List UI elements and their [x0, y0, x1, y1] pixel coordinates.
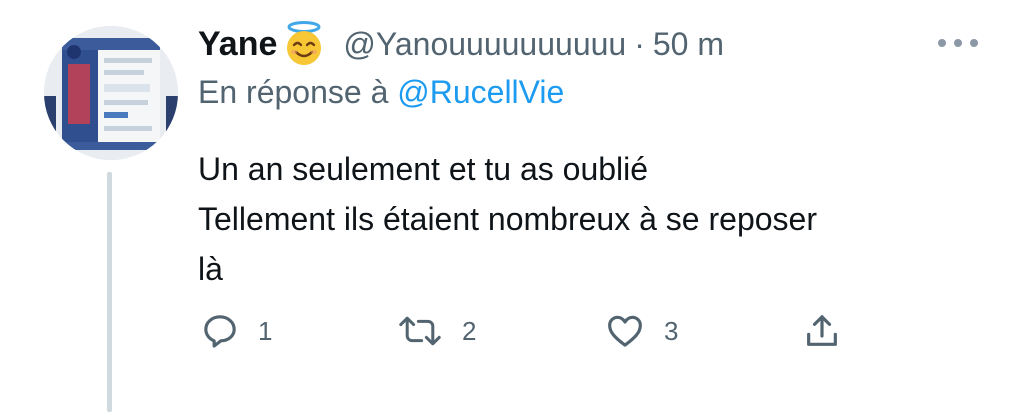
retweet-icon	[396, 311, 444, 351]
author-handle[interactable]: @Yanouuuuuuuuuu	[343, 26, 626, 63]
like-count: 3	[664, 315, 679, 346]
author-name[interactable]: Yane	[198, 25, 277, 64]
share-button[interactable]	[802, 306, 842, 356]
reply-icon	[200, 311, 240, 351]
reply-context: En réponse à @RucellVie	[198, 74, 564, 111]
avatar-image	[44, 26, 178, 160]
tweet-text-line: là	[198, 251, 223, 287]
reply-prefix: En réponse à	[198, 74, 389, 110]
separator-dot: ·	[634, 25, 645, 62]
smiling-face-with-halo-icon	[281, 21, 327, 67]
like-button[interactable]: 3	[604, 306, 678, 356]
heart-icon	[604, 311, 646, 351]
reply-count: 1	[258, 315, 273, 346]
reply-button[interactable]: 1	[200, 306, 272, 356]
retweet-count: 2	[462, 315, 477, 346]
thread-line	[107, 172, 112, 412]
tweet-text-line: Tellement ils étaient nombreux à se repo…	[198, 201, 817, 237]
share-icon	[802, 311, 842, 351]
action-bar: 1 2 3	[0, 306, 1024, 356]
more-icon[interactable]	[938, 36, 978, 50]
retweet-button[interactable]: 2	[396, 306, 476, 356]
tweet-text-line: Un an seulement et tu as oublié	[198, 151, 649, 187]
tweet-time[interactable]: 50 m	[653, 26, 724, 63]
tweet-header: Yane @Yanouuuuuuuuuu · 50 m	[198, 20, 724, 68]
reply-mention-link[interactable]: @RucellVie	[397, 74, 564, 110]
avatar[interactable]	[44, 26, 178, 160]
tweet-text: Un an seulement et tu as oublié Tellemen…	[198, 144, 817, 294]
